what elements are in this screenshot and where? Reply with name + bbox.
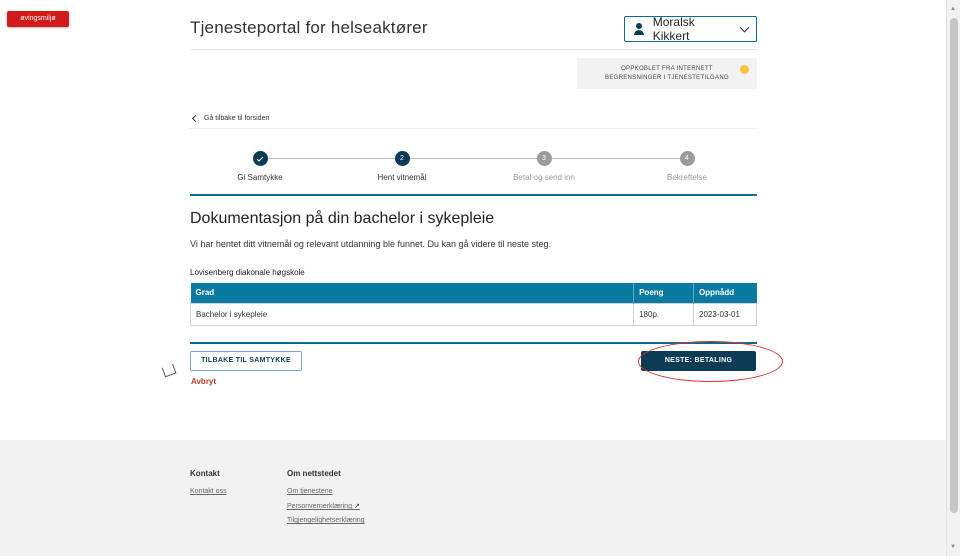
status-line-1: OPPKOBLET FRA INTERNETT bbox=[621, 65, 713, 72]
environment-badge: øvingsmiljø bbox=[7, 11, 69, 27]
cell-oppnadd: 2023-03-01 bbox=[693, 302, 757, 326]
page-title: Dokumentasjon på din bachelor i sykeplei… bbox=[190, 210, 495, 227]
user-name: Moralsk Kikkert bbox=[652, 15, 695, 43]
divider bbox=[190, 128, 757, 129]
table-header-row: Grad Poeng Oppnådd bbox=[190, 283, 757, 303]
step-label: Betal og send inn bbox=[513, 173, 575, 182]
back-to-home-link[interactable]: Gå tilbake til forsiden bbox=[191, 114, 270, 123]
scroll-up-icon[interactable]: ▲ bbox=[950, 6, 956, 12]
page-description: Vi har hentet ditt vitnemål og relevant … bbox=[190, 239, 552, 249]
connection-status: OPPKOBLET FRA INTERNETT BEGRENSNINGER I … bbox=[577, 58, 757, 89]
contact-us-link[interactable]: Kontakt oss bbox=[190, 488, 227, 495]
footer-heading: Kontakt bbox=[190, 469, 220, 478]
user-icon bbox=[633, 23, 645, 35]
scroll-down-icon[interactable]: ▼ bbox=[950, 544, 956, 550]
step-number: 2 bbox=[394, 151, 410, 166]
cell-grad: Bachelor i sykepleie bbox=[189, 302, 635, 326]
footer-about: Om nettstedet Om tjenestene Personverner… bbox=[287, 469, 365, 531]
step-2: 2 Hent vitnemål bbox=[332, 148, 472, 182]
about-services-link[interactable]: Om tjenestene bbox=[287, 488, 365, 495]
footer-heading: Om nettstedet bbox=[287, 469, 341, 478]
site-title: Tjenesteportal for helseaktører bbox=[190, 18, 428, 37]
school-name: Lovisenberg diakonale høgskole bbox=[190, 268, 305, 277]
back-to-consent-button[interactable]: TILBAKE TIL SAMTYKKE bbox=[190, 351, 302, 371]
column-header-grad: Grad bbox=[190, 283, 635, 303]
step-check-icon bbox=[252, 151, 268, 166]
footer-contact: Kontakt Kontakt oss bbox=[190, 469, 227, 502]
step-3: 3 Betal og send inn bbox=[474, 148, 614, 182]
accessibility-link[interactable]: Tilgjengelighetserklæring bbox=[287, 517, 365, 524]
privacy-link-label: Personvernerklæring bbox=[287, 503, 352, 510]
chevron-down-icon bbox=[739, 22, 750, 32]
mouse-cursor-icon bbox=[161, 364, 175, 377]
user-menu-button[interactable]: Moralsk Kikkert bbox=[624, 15, 757, 43]
step-1: Gi Samtykke bbox=[190, 148, 330, 182]
status-line-2: BEGRENSNINGER I TJENESTETILGANG bbox=[605, 74, 729, 81]
education-table: Grad Poeng Oppnådd Bachelor i sykepleie … bbox=[189, 283, 757, 326]
external-link-icon: ↗ bbox=[353, 503, 360, 510]
site-header: Tjenesteportal for helseaktører Moralsk … bbox=[190, 14, 757, 50]
step-4: 4 Bekreftelse bbox=[617, 148, 757, 182]
step-label: Hent vitnemål bbox=[377, 173, 427, 182]
step-number: 3 bbox=[536, 151, 552, 166]
table-row: Bachelor i sykepleie 180p. 2023-03-01 bbox=[189, 302, 757, 326]
step-label: Gi Samtykke bbox=[237, 173, 283, 182]
back-link-label: Gå tilbake til forsiden bbox=[204, 115, 270, 122]
status-indicator-icon bbox=[740, 65, 749, 74]
column-header-poeng: Poeng bbox=[633, 283, 695, 303]
column-header-oppnadd: Oppnådd bbox=[693, 283, 757, 303]
scrollbar[interactable]: ▲ ▼ bbox=[946, 0, 960, 556]
page: øvingsmiljø Tjenesteportal for helseaktø… bbox=[0, 0, 960, 556]
highlight-annotation bbox=[638, 341, 783, 382]
step-label: Bekreftelse bbox=[666, 173, 708, 182]
cell-poeng: 180p. bbox=[633, 302, 695, 326]
step-number: 4 bbox=[679, 151, 695, 166]
cancel-link[interactable]: Avbryt bbox=[191, 377, 216, 386]
privacy-link[interactable]: Personvernerklæring ↗ bbox=[287, 502, 365, 510]
scroll-thumb[interactable] bbox=[950, 18, 958, 513]
progress-stepper: Gi Samtykke 2 Hent vitnemål 3 Betal og s… bbox=[190, 148, 757, 196]
site-footer: Kontakt Kontakt oss Om nettstedet Om tje… bbox=[0, 440, 946, 556]
chevron-left-icon bbox=[191, 114, 200, 123]
